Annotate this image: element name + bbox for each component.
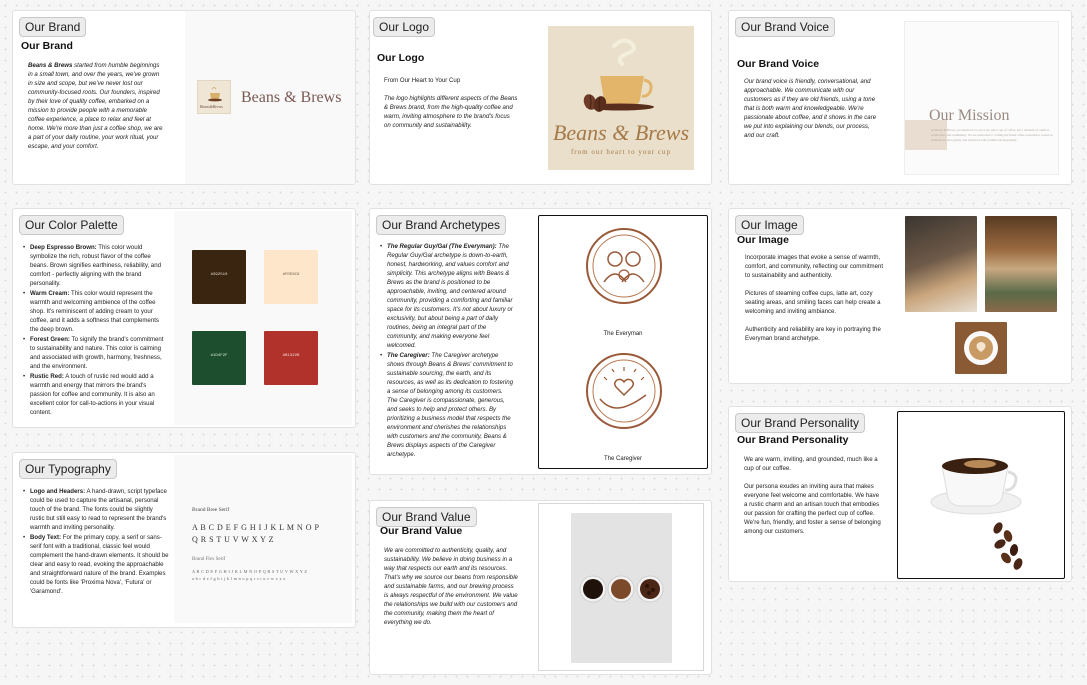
voice-body: Our brand voice is friendly, conversatio… [744, 78, 877, 139]
typography-card[interactable]: Our Typography Logo and Headers: A hand-… [12, 452, 356, 628]
mission-text: At Beans & Brews, our mission is to serv… [931, 128, 1053, 142]
brand-lead: Beans & Brews [28, 62, 73, 69]
typography-samples: Brand Bree Serif A B C D E F G H I J K L… [174, 455, 352, 623]
archetypes-pill[interactable]: Our Brand Archetypes [376, 215, 507, 235]
latte-art-photo [955, 322, 1007, 374]
archetype-item: The Regular Guy/Gal (The Everyman): The … [380, 242, 514, 350]
image-body: Incorporate images that evoke a sense of… [745, 253, 885, 343]
palette-card[interactable]: Our Color Palette Deep Espresso Brown: T… [12, 208, 356, 428]
brand-logo-mark: Beans&Brews [197, 80, 231, 114]
sample2-label: Brand Flex Serif [192, 557, 226, 562]
palette-item: Forest Green: To signify the brand's com… [23, 335, 169, 371]
personality-card[interactable]: Our Brand Personality Our Brand Personal… [728, 406, 1072, 582]
caregiver-caption: The Caregiver [603, 456, 642, 462]
archetype-item: The Caregiver: The Caregiver archetype s… [380, 351, 514, 459]
logo-wordmark: Beans & Brews [552, 120, 690, 145]
value-heading: Our Brand Value [380, 525, 463, 537]
logo-artwork: Beans & Brews from our heart to your cup [548, 26, 694, 170]
personality-body: We are warm, inviting, and grounded, muc… [744, 455, 884, 536]
brand-logo-text: Beans & Brews [241, 89, 342, 106]
personality-paragraph: We are warm, inviting, and grounded, muc… [744, 456, 878, 472]
coffee-beans-photo [928, 420, 1028, 574]
everyman-people-icon [586, 228, 662, 304]
image-paragraph: Incorporate images that evoke a sense of… [745, 254, 884, 279]
brand-heading: Our Brand [21, 40, 73, 52]
sample1-label: Brand Bree Serif [192, 507, 230, 513]
personality-paragraph: Our persona exudes an inviting aura that… [744, 483, 881, 535]
personality-heading: Our Brand Personality [737, 434, 849, 446]
brand-pill[interactable]: Our Brand [19, 17, 87, 37]
palette-list: Deep Espresso Brown: This color would sy… [23, 243, 169, 418]
typography-item: Body Text: For the primary copy, a serif… [23, 533, 169, 596]
brand-logo-small: Beans&Brews [200, 104, 223, 109]
voice-pill[interactable]: Our Brand Voice [735, 17, 836, 37]
cafe-interior-photo [985, 216, 1057, 312]
brand-body-text: started from humble beginnings in a smal… [28, 62, 163, 150]
mission-panel: Our Mission At Beans & Brews, our missio… [904, 21, 1059, 175]
latte-cup-icon [964, 331, 998, 365]
palette-item: Rustic Red: A touch of rustic red would … [23, 372, 169, 417]
image-heading: Our Image [737, 234, 789, 246]
typography-item: Logo and Headers: A hand-drawn, script t… [23, 487, 169, 532]
brand-card[interactable]: Our Brand Our Brand Beans & Brews starte… [12, 10, 356, 185]
voice-card[interactable]: Our Brand Voice Our Brand Voice Our bran… [728, 10, 1072, 185]
archetypes-list: The Regular Guy/Gal (The Everyman): The … [380, 242, 514, 460]
voice-heading: Our Brand Voice [737, 58, 820, 70]
image-paragraph: Pictures of steaming coffee cups, latte … [745, 290, 881, 315]
brand-logo-panel: Beans&Brews Beans & Brews [185, 11, 355, 184]
mission-title: Our Mission [929, 107, 1010, 124]
three-cups-icon [579, 575, 664, 603]
swatch-panel: #392510 #FDE6C9 #1D4F2F #B1322B [174, 211, 352, 425]
archetypes-visual: The Everyman The Caregiver [538, 215, 708, 469]
image-pill[interactable]: Our Image [735, 215, 804, 235]
sample2-lower: a b c d e f g h i j k l m n o p q r s t … [192, 576, 286, 581]
palette-pill[interactable]: Our Color Palette [19, 215, 124, 235]
value-photo-frame [538, 503, 704, 671]
value-pill[interactable]: Our Brand Value [376, 507, 477, 527]
coffee-cup-beans-icon [930, 458, 1023, 570]
typography-list: Logo and Headers: A hand-drawn, script t… [23, 487, 169, 597]
palette-item: Deep Espresso Brown: This color would sy… [23, 243, 169, 288]
logo-card[interactable]: Our Logo Our Logo From Our Heart to Your… [369, 10, 712, 185]
personality-pill[interactable]: Our Brand Personality [735, 413, 866, 433]
logo-slogan: from our heart to your cup [570, 148, 672, 156]
logo-heading: Our Logo [377, 52, 425, 64]
swatch-red: #B1322B [264, 331, 318, 385]
image-paragraph: Authenticity and reliability are key in … [745, 326, 881, 342]
palette-item: Warm Cream: This color would represent t… [23, 289, 169, 334]
swatch-espresso: #392510 [192, 250, 246, 304]
caregiver-hands-heart-icon [586, 353, 662, 429]
logo-pill[interactable]: Our Logo [373, 17, 436, 37]
sample1-glyphs: A B C D E F G H I J K L M N O P Q R S T … [192, 523, 320, 544]
logo-body: The logo highlights different aspects of… [384, 95, 518, 129]
brand-body: Beans & Brews started from humble beginn… [28, 61, 164, 151]
swatch-green: #1D4F2F [192, 331, 246, 385]
personality-photo-frame [897, 411, 1065, 579]
typography-pill[interactable]: Our Typography [19, 459, 117, 479]
value-body: We are committed to authenticity, qualit… [384, 547, 518, 626]
archetypes-card[interactable]: Our Brand Archetypes The Regular Guy/Gal… [369, 208, 712, 475]
coffee-cups-photo [571, 513, 672, 663]
everyman-caption: The Everyman [603, 331, 643, 337]
image-card[interactable]: Our Image Our Image Incorporate images t… [728, 208, 1072, 384]
sample2-upper: A B C D E F G H I J K L M N O P Q R S T … [192, 569, 308, 574]
cafe-reading-photo [905, 216, 977, 312]
value-card[interactable]: Our Brand Value Our Brand Value We are c… [369, 500, 712, 675]
swatch-cream: #FDE6C9 [264, 250, 318, 304]
logo-tagline: From Our Heart to Your Cup [384, 77, 461, 84]
cup-mini-icon [208, 87, 222, 102]
